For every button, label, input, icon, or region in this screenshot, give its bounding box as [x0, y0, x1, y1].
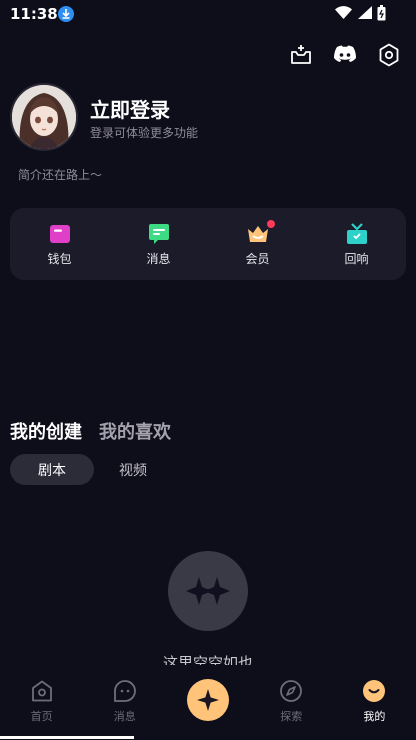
nav-home-label: 首页 — [30, 710, 53, 723]
messages-label: 消息 — [146, 252, 171, 266]
login-title[interactable]: 立即登录 — [90, 94, 170, 123]
bottom-nav: 首页 消息 探索 我的 — [0, 665, 416, 740]
tab-my-creations[interactable]: 我的创建 — [10, 418, 82, 444]
message-icon — [147, 222, 171, 246]
status-time: 11:38 — [10, 5, 58, 23]
tab-my-favorites[interactable]: 我的喜欢 — [99, 418, 171, 444]
echo-label: 回响 — [344, 252, 369, 266]
subtab-videos[interactable]: 视频 — [119, 460, 147, 480]
nav-explore[interactable]: 探索 — [250, 665, 333, 724]
wallet-label: 钱包 — [47, 252, 72, 266]
nav-profile[interactable]: 我的 — [333, 665, 416, 724]
empty-state-icon — [168, 551, 248, 631]
login-subtitle: 登录可体验更多功能 — [90, 126, 199, 140]
home-icon — [31, 680, 52, 702]
settings-hexagon-icon[interactable] — [374, 40, 404, 70]
notification-dot — [266, 220, 275, 228]
create-button[interactable] — [187, 679, 229, 721]
nav-profile-label: 我的 — [363, 710, 386, 723]
bio-text: 简介还在路上～ — [18, 168, 103, 182]
home-indicator — [0, 736, 134, 739]
discord-icon[interactable] — [330, 40, 360, 70]
top-toolbar — [286, 40, 404, 70]
wallet-icon — [48, 222, 72, 246]
status-indicators — [335, 6, 372, 19]
crown-icon — [246, 220, 275, 246]
quick-actions-card: 钱包 消息 会员 回响 — [10, 208, 406, 280]
membership-label: 会员 — [245, 252, 270, 266]
inbox-add-icon[interactable] — [286, 40, 316, 70]
content-tabs: 我的创建 我的喜欢 — [10, 418, 171, 444]
subtab-scripts[interactable]: 剧本 — [10, 454, 94, 485]
sub-tabs: 剧本 视频 — [10, 454, 147, 485]
wallet-button[interactable]: 钱包 — [10, 208, 109, 280]
chat-bubble-icon — [113, 680, 136, 702]
signal-icon — [358, 6, 372, 19]
download-icon — [58, 6, 74, 22]
echo-button[interactable]: 回响 — [307, 208, 406, 280]
membership-button[interactable]: 会员 — [208, 208, 307, 280]
nav-messages-label: 消息 — [113, 710, 136, 723]
profile-smile-icon — [363, 680, 386, 702]
battery-icon — [377, 5, 386, 21]
sparkle-icon — [197, 689, 219, 711]
compass-icon — [280, 680, 303, 702]
nav-create[interactable] — [166, 665, 249, 721]
nav-home[interactable]: 首页 — [0, 665, 83, 724]
status-bar: 11:38 — [0, 0, 416, 28]
wifi-icon — [335, 6, 352, 19]
avatar[interactable] — [10, 83, 78, 151]
nav-messages[interactable]: 消息 — [83, 665, 166, 724]
nav-explore-label: 探索 — [280, 710, 303, 723]
gift-icon — [345, 222, 369, 246]
messages-button[interactable]: 消息 — [109, 208, 208, 280]
